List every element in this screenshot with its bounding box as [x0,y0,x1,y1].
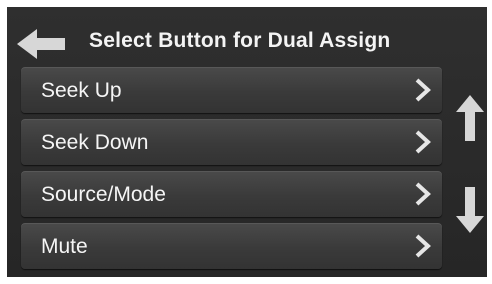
chevron-right-icon [415,182,431,206]
menu-item-seek-down[interactable]: Seek Down [21,119,442,165]
arrow-up-icon [456,95,484,141]
dual-assign-screen: Select Button for Dual Assign Seek Up Se… [7,7,487,277]
arrow-left-icon [17,29,65,59]
scroll-down-button[interactable] [455,185,485,235]
menu-item-label: Seek Up [41,79,122,102]
scroll-up-button[interactable] [455,93,485,143]
chevron-right-icon [415,130,431,154]
menu-item-label: Seek Down [41,131,149,154]
chevron-right-icon [415,78,431,102]
menu-item-seek-up[interactable]: Seek Up [21,67,442,113]
menu-item-label: Mute [41,235,88,258]
menu-item-source-mode[interactable]: Source/Mode [21,171,442,217]
chevron-right-icon [415,234,431,258]
back-button[interactable] [15,27,69,61]
menu-item-mute[interactable]: Mute [21,223,442,269]
arrow-down-icon [456,187,484,233]
button-list: Seek Up Seek Down Source/Mode Mute [21,67,442,272]
page-title: Select Button for Dual Assign [89,29,391,52]
menu-item-label: Source/Mode [41,183,166,206]
